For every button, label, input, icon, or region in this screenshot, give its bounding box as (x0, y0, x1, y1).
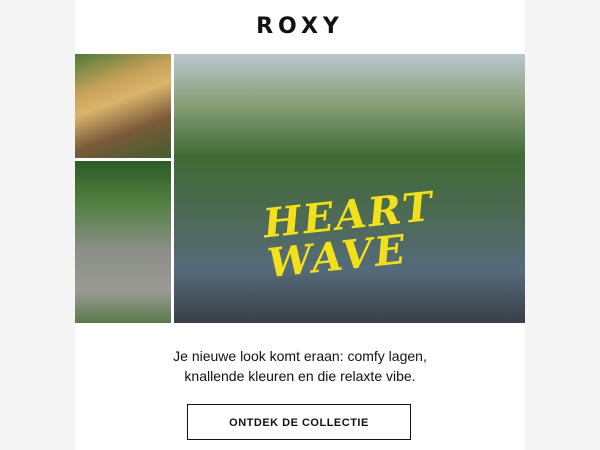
hero-collage[interactable]: HEART WAVE (75, 54, 525, 323)
photo-group-of-friends (174, 54, 525, 323)
photo-friends-in-van (75, 54, 171, 158)
tagline-line2: knallende kleuren en die relaxte vibe. (184, 368, 416, 384)
tagline-line1: Je nieuwe look komt eraan: comfy lagen, (173, 348, 427, 364)
discover-collection-button[interactable]: ONTDEK DE COLLECTIE (187, 404, 411, 440)
tagline: Je nieuwe look komt eraan: comfy lagen, … (75, 346, 525, 386)
page: ROXY HEART WAVE Je nieuwe look komt eraa… (0, 0, 600, 450)
roxy-logo[interactable]: ROXY (75, 14, 525, 40)
email-body: ROXY HEART WAVE Je nieuwe look komt eraa… (75, 0, 525, 450)
photo-road-walk (75, 161, 171, 323)
